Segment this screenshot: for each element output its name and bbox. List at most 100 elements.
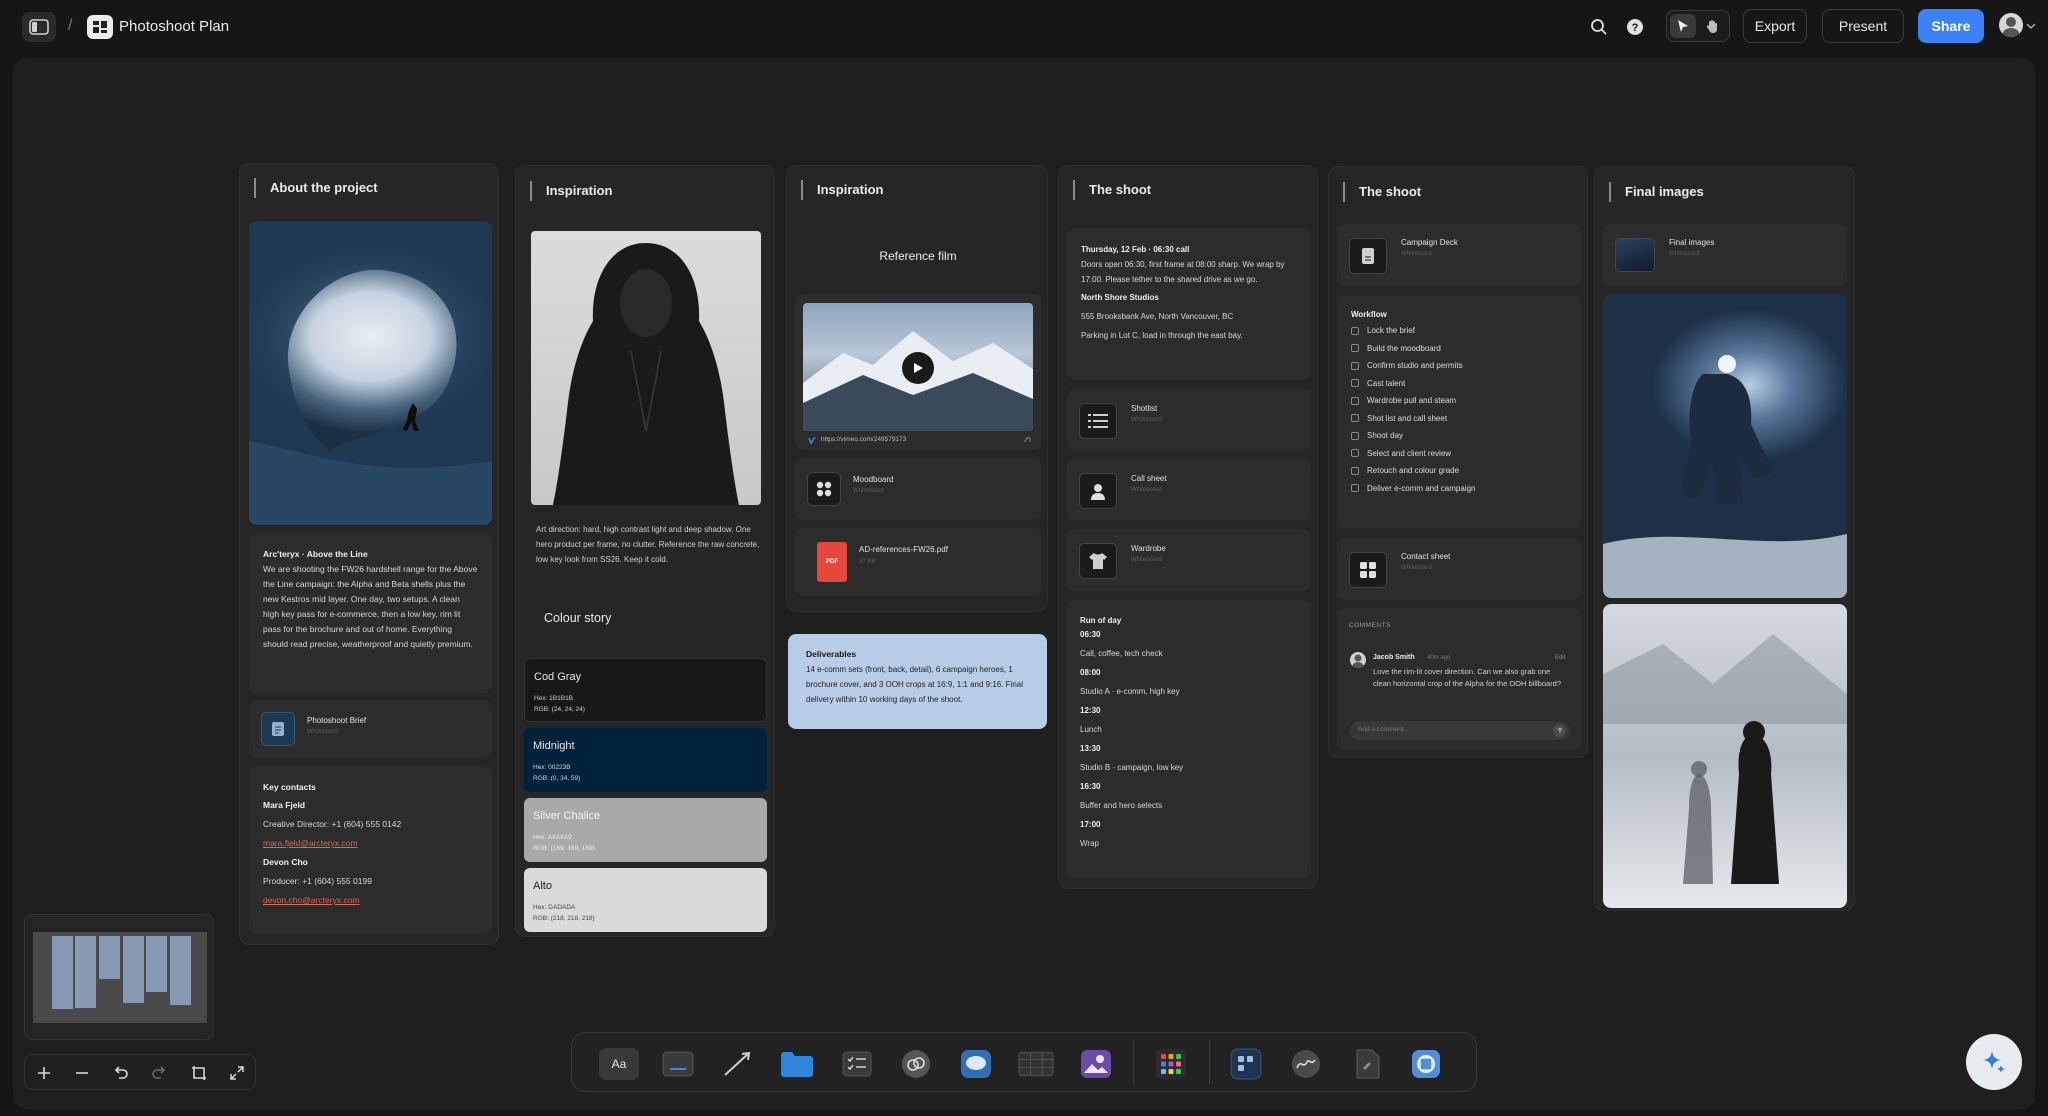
checklist-tool[interactable] (839, 1046, 875, 1082)
contact-sheet-doc[interactable]: Contact sheet Whiteboard (1337, 538, 1581, 600)
checklist-item[interactable]: Cast talent (1351, 375, 1567, 393)
sketch-tool[interactable] (1288, 1046, 1324, 1082)
checklist-item[interactable]: Confirm studio and permits (1351, 357, 1567, 375)
undo-button[interactable] (107, 1059, 135, 1087)
comment-tool[interactable] (958, 1046, 994, 1082)
moodboard-doc[interactable]: Moodboard Whiteboard (795, 458, 1041, 520)
chevron-down-icon[interactable] (2026, 22, 2036, 30)
board-tool[interactable] (1228, 1046, 1264, 1082)
play-button[interactable] (902, 352, 934, 384)
checkbox[interactable] (1351, 396, 1359, 405)
hand-tool-button[interactable] (1700, 14, 1726, 38)
checklist-item[interactable]: Shot list and call sheet (1351, 410, 1567, 428)
minimap[interactable] (24, 914, 214, 1040)
comment-input[interactable]: Add a comment... (1350, 721, 1570, 740)
search-button[interactable] (1586, 14, 1612, 40)
swatch-cod-gray[interactable]: Cod Gray Hex: 1B1B1B RGB: (24, 24, 24) (524, 658, 767, 722)
export-button[interactable]: Export (1743, 9, 1807, 43)
note-icon (662, 1051, 694, 1077)
link-tool[interactable] (898, 1046, 934, 1082)
text-tool[interactable]: Aa (599, 1048, 639, 1080)
final-images-doc[interactable]: Final images Whiteboard (1603, 224, 1847, 286)
video-embed-card[interactable]: https://vimeo.com/249579173 (795, 294, 1041, 450)
checklist-item[interactable]: Wardrobe pull and steam (1351, 392, 1567, 410)
checkbox[interactable] (1351, 449, 1359, 458)
comments-card[interactable]: COMMENTS Jacob Smith 40m ago Edit Love t… (1337, 608, 1581, 750)
note-tool[interactable] (660, 1046, 696, 1082)
column-final-images[interactable]: Final images Final images Whiteboard (1594, 166, 1855, 911)
checkbox[interactable] (1351, 484, 1359, 493)
swatch-name: Cod Gray (534, 671, 582, 683)
share-button[interactable]: Share (1918, 9, 1984, 43)
hooded-figure-image[interactable] (531, 231, 761, 505)
avatar[interactable] (1999, 13, 2023, 37)
link-icon[interactable] (1023, 437, 1031, 444)
swatch-alto[interactable]: Alto Hex: DADADA RGB: (218, 218, 218) (524, 868, 767, 932)
send-comment-button[interactable] (1553, 724, 1566, 737)
checkbox[interactable] (1351, 431, 1359, 440)
ai-assistant-button[interactable] (1966, 1034, 2022, 1090)
fit-to-screen-button[interactable] (223, 1059, 251, 1087)
frame-icon (192, 1066, 206, 1080)
breadcrumb-separator: / (68, 17, 73, 34)
zoom-out-button[interactable] (68, 1059, 96, 1087)
column-inspiration-film[interactable]: Inspiration Reference film https://vimeo… (786, 165, 1048, 612)
folder-tool[interactable] (779, 1046, 815, 1082)
checklist-item[interactable]: Shoot day (1351, 427, 1567, 445)
checkbox[interactable] (1351, 466, 1359, 475)
column-the-shoot-workflow[interactable]: The shoot Campaign Deck Whiteboard Workf… (1328, 166, 1588, 758)
sidebar-toggle-button[interactable] (22, 12, 56, 42)
table-tool[interactable] (1018, 1046, 1054, 1082)
pointer-tool-button[interactable] (1670, 14, 1696, 38)
checklist-item[interactable]: Deliver e-comm and campaign (1351, 480, 1567, 498)
apps-tool[interactable] (1153, 1046, 1189, 1082)
board-icon (1230, 1048, 1262, 1080)
help-button[interactable]: ? (1622, 14, 1648, 40)
comment-bubble-icon (961, 1050, 991, 1078)
call-sheet-doc[interactable]: Call sheet Whiteboard (1067, 459, 1311, 521)
deliverables-card[interactable]: Deliverables 14 e-comm sets (front, back… (788, 634, 1047, 729)
comment-edit-link[interactable]: Edit (1555, 655, 1565, 661)
workflow-checklist[interactable]: Workflow Lock the brief Build the moodbo… (1337, 295, 1581, 529)
checkbox[interactable] (1351, 361, 1359, 370)
project-brief-card[interactable]: Arc'teryx · Above the Line We are shooti… (249, 533, 492, 693)
redo-button[interactable] (145, 1059, 173, 1087)
swatch-midnight[interactable]: Midnight Hex: 00223B RGB: (0, 34, 59) (524, 728, 767, 792)
checkbox[interactable] (1351, 379, 1359, 388)
video-url[interactable]: https://vimeo.com/249579173 (821, 436, 906, 443)
shape-tool[interactable] (1408, 1046, 1444, 1082)
campaign-deck-doc[interactable]: Campaign Deck Whiteboard (1337, 224, 1581, 286)
document-title[interactable]: Photoshoot Plan (119, 18, 229, 35)
wardrobe-doc[interactable]: Wardrobe Whiteboard (1067, 529, 1311, 591)
checkbox[interactable] (1351, 344, 1359, 353)
zoom-in-button[interactable] (30, 1059, 58, 1087)
swatch-silver-chalice[interactable]: Silver Chalice Hex: A9A9A9 RGB: (169, 169… (524, 798, 767, 862)
climber-snowstorm-image[interactable] (1603, 294, 1847, 598)
checklist-item[interactable]: Select and client review (1351, 445, 1567, 463)
column-the-shoot[interactable]: The shoot Thursday, 12 Feb · 06:30 call … (1058, 165, 1318, 889)
frame-button[interactable] (185, 1059, 213, 1087)
pdf-attachment[interactable]: PDF AD-references-FW26.pdf 37 KB (795, 528, 1041, 596)
checkbox[interactable] (1351, 414, 1359, 423)
run-of-day-card[interactable]: Run of day 06:30 Call, coffee, tech chec… (1067, 600, 1311, 878)
contact-email-link[interactable]: mara.fjeld@arcteryx.com (263, 836, 478, 851)
arrow-tool[interactable] (719, 1046, 755, 1082)
figures-in-fog-image[interactable] (1603, 604, 1847, 908)
key-contacts-card[interactable]: Key contacts Mara Fjeld Creative Directo… (249, 766, 492, 934)
contact-email-link[interactable]: devon.cho@arcteryx.com (263, 893, 478, 908)
image-tool[interactable] (1078, 1046, 1114, 1082)
checkbox[interactable] (1351, 326, 1359, 335)
checklist-item[interactable]: Lock the brief (1351, 322, 1567, 340)
checklist-item[interactable]: Build the moodboard (1351, 340, 1567, 358)
shotlist-doc[interactable]: Shotlist Whiteboard (1067, 389, 1311, 451)
document-tool[interactable] (1350, 1046, 1386, 1082)
doc-title: Shotlist (1131, 404, 1158, 413)
column-about-project[interactable]: About the project Arc'teryx · Above the … (239, 163, 499, 945)
photoshoot-brief-doc[interactable]: Photoshoot Brief Whiteboard (249, 700, 492, 758)
mountain-video-thumbnail[interactable] (803, 303, 1033, 431)
ice-cave-climber-image[interactable] (249, 221, 492, 525)
column-inspiration[interactable]: Inspiration Art direction: hard, high co… (515, 165, 775, 937)
call-details-card[interactable]: Thursday, 12 Feb · 06:30 call Doors open… (1067, 228, 1311, 380)
checklist-item[interactable]: Retouch and colour grade (1351, 462, 1567, 480)
present-button[interactable]: Present (1822, 9, 1904, 43)
